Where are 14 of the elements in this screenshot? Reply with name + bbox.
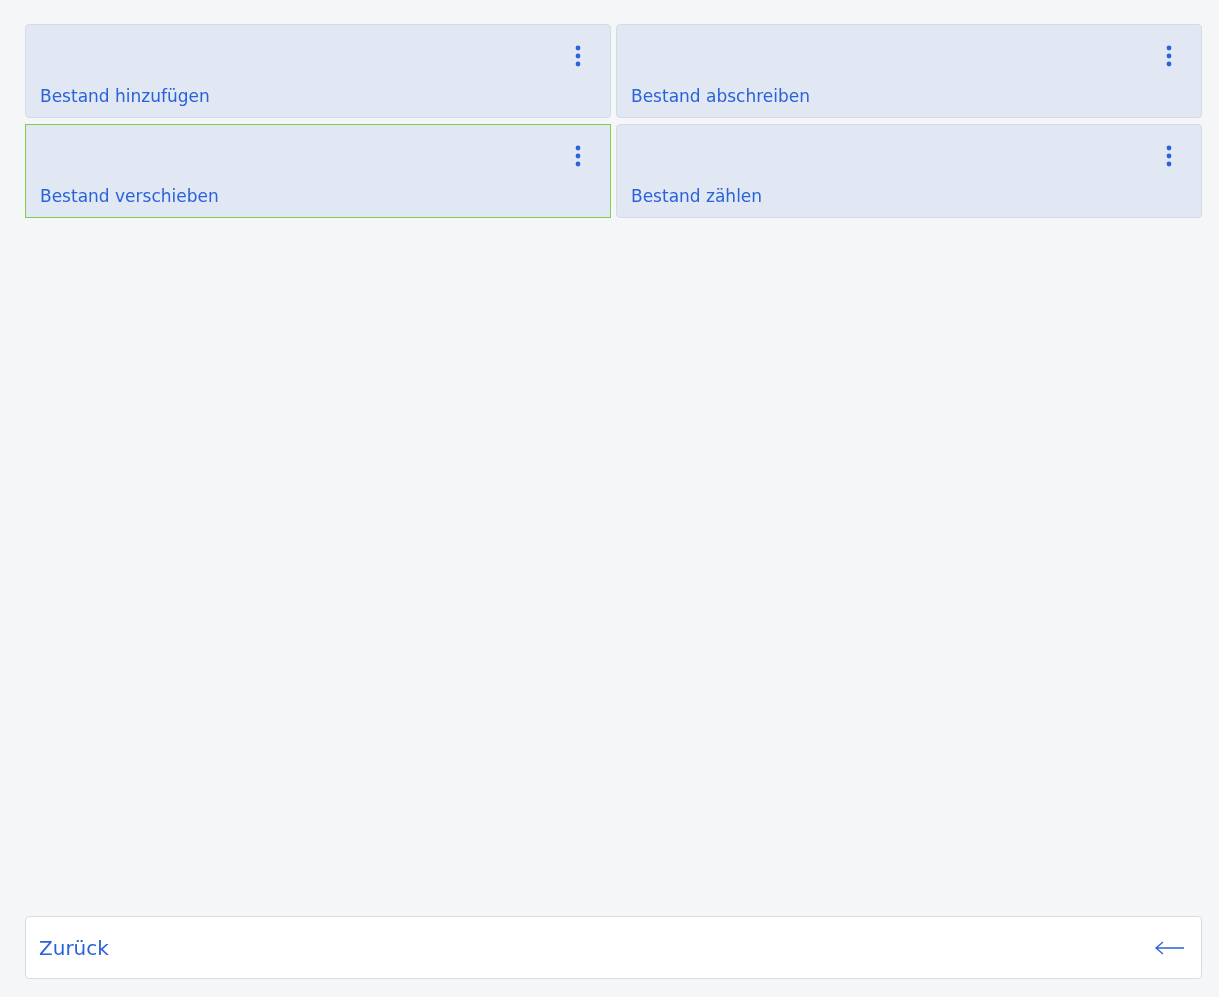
action-tile[interactable]: Bestand abschreiben bbox=[616, 24, 1202, 118]
more-options-icon[interactable] bbox=[575, 45, 581, 67]
tile-label: Bestand zählen bbox=[631, 186, 763, 206]
back-button[interactable]: Zurück bbox=[25, 916, 1202, 979]
tile-label: Bestand hinzufügen bbox=[40, 86, 210, 106]
tile-label: Bestand verschieben bbox=[40, 186, 219, 206]
action-tile[interactable]: Bestand zählen bbox=[616, 124, 1202, 218]
action-tile[interactable]: Bestand hinzufügen bbox=[25, 24, 611, 118]
more-options-icon[interactable] bbox=[1166, 45, 1172, 67]
back-arrow-icon bbox=[1155, 940, 1185, 955]
tile-label: Bestand abschreiben bbox=[631, 86, 811, 106]
more-options-icon[interactable] bbox=[1166, 145, 1172, 167]
action-tile[interactable]: Bestand verschieben bbox=[25, 124, 611, 218]
more-options-icon[interactable] bbox=[575, 145, 581, 167]
